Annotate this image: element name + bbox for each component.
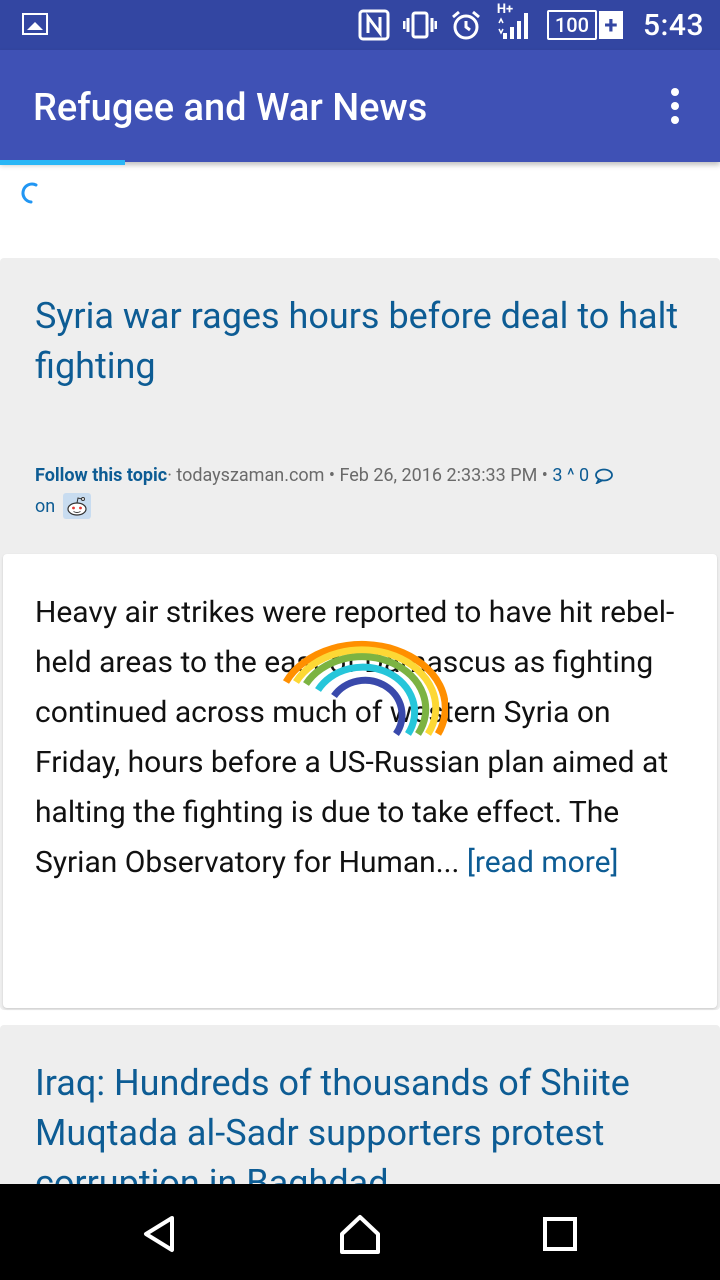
charging-icon: +	[598, 11, 623, 39]
battery-level: 100	[546, 10, 597, 40]
network-type-label: H+	[496, 2, 514, 17]
app-title: Refugee and War News	[33, 86, 428, 130]
on-label: on	[35, 495, 56, 517]
home-icon[interactable]	[338, 1212, 382, 1256]
recent-apps-icon[interactable]	[538, 1212, 582, 1256]
upvote-count[interactable]: 3	[552, 465, 562, 486]
reddit-icon[interactable]	[63, 493, 92, 519]
upvote-icon[interactable]: ^	[567, 465, 575, 486]
article-title[interactable]: Syria war rages hours before deal to hal…	[35, 291, 695, 391]
loading-spinner-icon	[21, 182, 38, 204]
clock: 5:43	[642, 7, 704, 43]
alarm-icon	[449, 8, 483, 42]
refresh-progress-bar	[0, 160, 125, 165]
rainbow-swipe-overlay	[282, 640, 448, 736]
share-on-row: on	[35, 493, 92, 519]
image-icon	[22, 13, 48, 35]
vibrate-icon	[402, 8, 437, 42]
more-vert-icon[interactable]	[660, 88, 690, 132]
comment-count[interactable]: 0	[579, 465, 589, 486]
article-date: Feb 26, 2016 2:33:33 PM	[339, 465, 538, 486]
article-meta: Follow this topic· todayszaman.com • Feb…	[35, 460, 705, 492]
comment-icon[interactable]	[594, 468, 614, 486]
signal-icon: H+	[495, 2, 535, 42]
read-more-link[interactable]: [read more]	[467, 845, 619, 880]
battery-indicator: 100 +	[546, 10, 623, 40]
nfc-icon	[357, 8, 391, 42]
system-nav-bar	[0, 1184, 720, 1280]
article-source[interactable]: todayszaman.com	[176, 465, 324, 486]
follow-topic-link[interactable]: Follow this topic	[35, 465, 167, 486]
app-bar: Refugee and War News	[0, 50, 720, 162]
status-bar: H+ 100 + 5:43	[0, 0, 720, 50]
back-icon[interactable]	[138, 1212, 182, 1256]
